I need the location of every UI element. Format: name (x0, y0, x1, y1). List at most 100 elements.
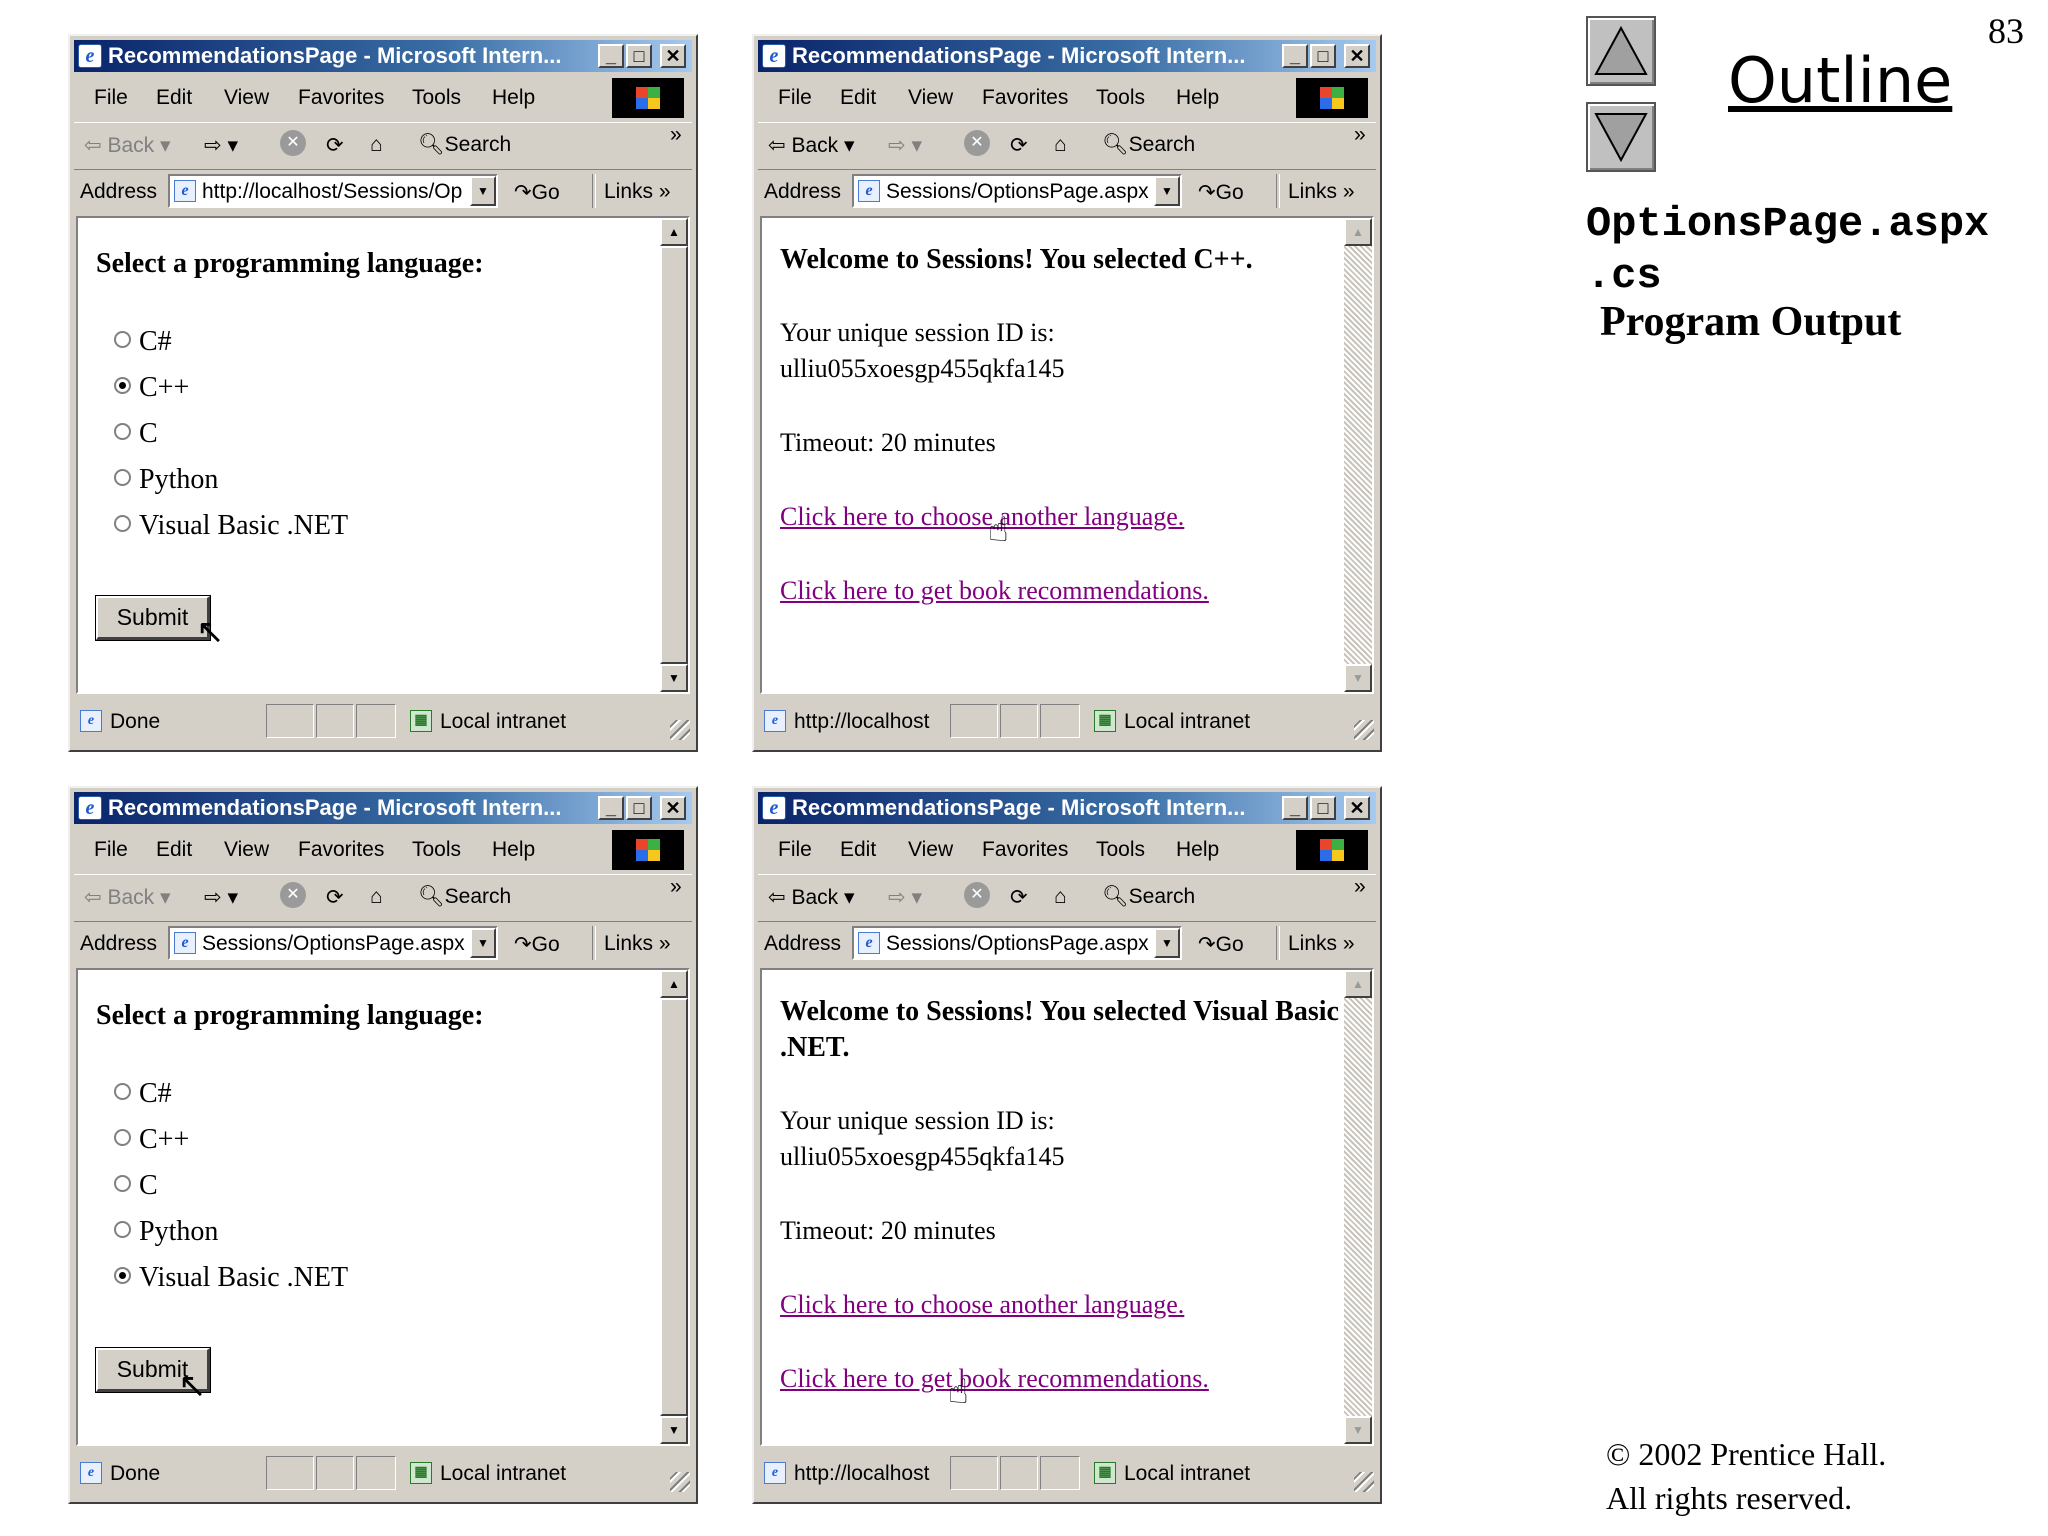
radio-option-vbnet[interactable]: Visual Basic .NET (114, 510, 348, 542)
close-button[interactable]: ✕ (1344, 796, 1370, 820)
minimize-button[interactable]: _ (598, 44, 624, 68)
address-dropdown-button[interactable]: ▼ (1154, 176, 1180, 206)
maximize-button[interactable]: □ (626, 44, 652, 68)
scroll-thumb[interactable] (660, 246, 688, 664)
book-recommendations-link[interactable]: Click here to get book recommendations. (780, 1364, 1209, 1394)
radio-button-checked[interactable] (114, 377, 131, 395)
vertical-scrollbar[interactable]: ▲ ▼ (1344, 218, 1372, 692)
home-button[interactable]: ⌂ (370, 885, 383, 909)
home-button[interactable]: ⌂ (1054, 885, 1067, 909)
address-dropdown-button[interactable]: ▼ (470, 928, 496, 958)
outline-link[interactable]: Outline (1728, 44, 1952, 117)
links-button[interactable]: Links » (604, 932, 671, 956)
menu-file[interactable]: File (94, 86, 128, 110)
search-button[interactable]: 🔍︎Search (418, 885, 511, 909)
resize-grip[interactable] (1354, 1472, 1374, 1492)
vertical-scrollbar[interactable]: ▲ ▼ (1344, 970, 1372, 1444)
resize-grip[interactable] (670, 1472, 690, 1492)
resize-grip[interactable] (1354, 720, 1374, 740)
close-button[interactable]: ✕ (660, 796, 686, 820)
maximize-button[interactable]: □ (1310, 44, 1336, 68)
menu-file[interactable]: File (778, 838, 812, 862)
radio-option-python[interactable]: Python (114, 1216, 218, 1248)
search-button[interactable]: 🔍︎Search (418, 133, 511, 157)
radio-button[interactable] (114, 331, 131, 349)
radio-option-csharp[interactable]: C# (114, 326, 172, 358)
minimize-button[interactable]: _ (1282, 44, 1308, 68)
menu-edit[interactable]: Edit (840, 86, 876, 110)
title-bar[interactable]: e RecommendationsPage - Microsoft Intern… (74, 792, 692, 824)
refresh-button[interactable]: ⟳ (326, 133, 344, 158)
title-bar[interactable]: e RecommendationsPage - Microsoft Intern… (74, 40, 692, 72)
menu-tools[interactable]: Tools (1096, 838, 1145, 862)
scroll-down-button[interactable]: ▼ (660, 1416, 688, 1444)
radio-button[interactable] (114, 1083, 131, 1101)
title-bar[interactable]: e RecommendationsPage - Microsoft Intern… (758, 792, 1376, 824)
maximize-button[interactable]: □ (1310, 796, 1336, 820)
go-button[interactable]: ↷Go (514, 932, 560, 957)
more-chevron-icon[interactable]: » (670, 875, 682, 899)
links-button[interactable]: Links » (1288, 932, 1355, 956)
menu-view[interactable]: View (224, 86, 269, 110)
menu-edit[interactable]: Edit (840, 838, 876, 862)
home-button[interactable]: ⌂ (1054, 133, 1067, 157)
menu-help[interactable]: Help (492, 838, 535, 862)
refresh-button[interactable]: ⟳ (1010, 885, 1028, 910)
home-button[interactable]: ⌂ (370, 133, 383, 157)
stop-button[interactable]: ✕ (964, 129, 990, 156)
radio-option-c[interactable]: C (114, 1170, 158, 1202)
menu-favorites[interactable]: Favorites (298, 86, 384, 110)
vertical-scrollbar[interactable]: ▲ ▼ (660, 970, 688, 1444)
more-chevron-icon[interactable]: » (670, 123, 682, 147)
forward-button[interactable]: ⇨ ▾ (204, 133, 238, 158)
menu-view[interactable]: View (224, 838, 269, 862)
choose-language-link[interactable]: Click here to choose another language. (780, 1290, 1184, 1320)
scroll-up-button[interactable]: ▲ (1344, 218, 1372, 246)
vertical-scrollbar[interactable]: ▲ ▼ (660, 218, 688, 692)
menu-view[interactable]: View (908, 838, 953, 862)
stop-button[interactable]: ✕ (280, 129, 306, 156)
forward-button[interactable]: ⇨ ▾ (204, 885, 238, 910)
back-button[interactable]: ⇦ Back ▾ (768, 133, 855, 158)
stop-button[interactable]: ✕ (280, 881, 306, 908)
menu-tools[interactable]: Tools (1096, 86, 1145, 110)
forward-button[interactable]: ⇨ ▾ (888, 133, 922, 158)
radio-button[interactable] (114, 1129, 131, 1147)
scroll-down-button[interactable]: ▼ (1344, 664, 1372, 692)
more-chevron-icon[interactable]: » (1354, 123, 1366, 147)
radio-button[interactable] (114, 515, 131, 533)
book-recommendations-link[interactable]: Click here to get book recommendations. (780, 576, 1209, 606)
radio-button[interactable] (114, 423, 131, 441)
radio-button-checked[interactable] (114, 1267, 131, 1285)
menu-file[interactable]: File (94, 838, 128, 862)
back-button[interactable]: ⇦ Back ▾ (84, 133, 171, 158)
menu-tools[interactable]: Tools (412, 86, 461, 110)
go-button[interactable]: ↷Go (514, 180, 560, 205)
next-slide-button[interactable] (1586, 102, 1656, 172)
menu-edit[interactable]: Edit (156, 86, 192, 110)
links-button[interactable]: Links » (1288, 180, 1355, 204)
menu-tools[interactable]: Tools (412, 838, 461, 862)
address-input[interactable]: e Sessions/OptionsPage.aspx ▼ (852, 174, 1182, 208)
radio-option-vbnet[interactable]: Visual Basic .NET (114, 1262, 348, 1294)
scroll-up-button[interactable]: ▲ (1344, 970, 1372, 998)
submit-button[interactable]: Submit (95, 595, 211, 641)
choose-language-link[interactable]: Click here to choose another language. (780, 502, 1184, 532)
address-dropdown-button[interactable]: ▼ (470, 176, 496, 206)
address-input[interactable]: e Sessions/OptionsPage.aspx ▼ (852, 926, 1182, 960)
scroll-up-button[interactable]: ▲ (660, 218, 688, 246)
title-bar[interactable]: e RecommendationsPage - Microsoft Intern… (758, 40, 1376, 72)
resize-grip[interactable] (670, 720, 690, 740)
menu-favorites[interactable]: Favorites (298, 838, 384, 862)
go-button[interactable]: ↷Go (1198, 180, 1244, 205)
previous-slide-button[interactable] (1586, 16, 1656, 86)
address-input[interactable]: e http://localhost/Sessions/Op ▼ (168, 174, 498, 208)
menu-edit[interactable]: Edit (156, 838, 192, 862)
maximize-button[interactable]: □ (626, 796, 652, 820)
minimize-button[interactable]: _ (598, 796, 624, 820)
refresh-button[interactable]: ⟳ (1010, 133, 1028, 158)
minimize-button[interactable]: _ (1282, 796, 1308, 820)
scroll-thumb[interactable] (660, 998, 688, 1416)
back-button[interactable]: ⇦ Back ▾ (84, 885, 171, 910)
more-chevron-icon[interactable]: » (1354, 875, 1366, 899)
